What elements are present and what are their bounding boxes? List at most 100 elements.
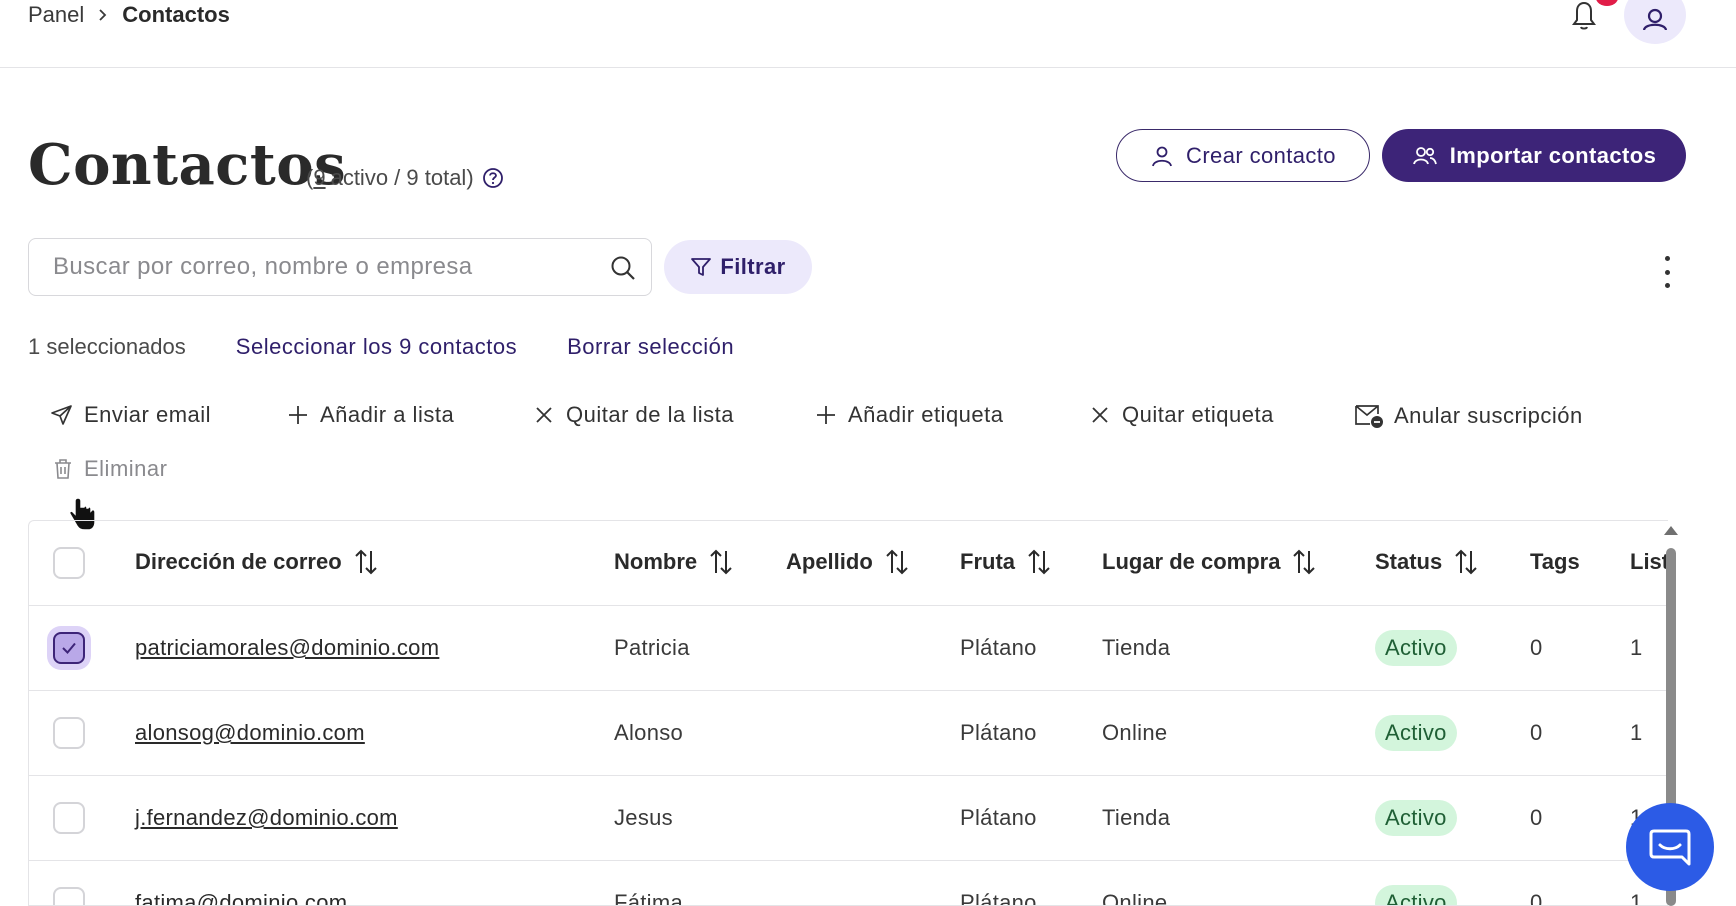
table-row[interactable]: alonsog@dominio.com Alonso Plátano Onlin…: [29, 691, 1668, 776]
counts-label: activo / 9 total): [330, 165, 474, 190]
row-checkbox[interactable]: [53, 632, 85, 664]
select-all-checkbox[interactable]: [53, 547, 85, 579]
remove-tag-action[interactable]: Quitar etiqueta: [1088, 402, 1274, 428]
column-email-label: Dirección de correo: [135, 549, 342, 574]
column-fruit[interactable]: Fruta: [960, 549, 1051, 575]
contact-email-link[interactable]: alonsog@dominio.com: [135, 720, 365, 746]
breadcrumb: Panel Contactos: [28, 2, 230, 28]
more-vertical-icon[interactable]: [1655, 256, 1679, 288]
top-bar: Panel Contactos: [0, 0, 1736, 68]
table-row[interactable]: j.fernandez@dominio.com Jesus Plátano Ti…: [29, 776, 1668, 861]
contact-first-name: Fátima: [614, 890, 684, 906]
status-badge: Activo: [1375, 800, 1457, 836]
user-icon: [1642, 8, 1668, 30]
x-icon: [1092, 407, 1108, 423]
row-checkbox[interactable]: [53, 717, 85, 749]
column-email[interactable]: Dirección de correo: [135, 549, 378, 575]
delete-label: Eliminar: [84, 456, 168, 481]
plus-icon: [817, 406, 835, 424]
clear-selection-link[interactable]: Borrar selección: [567, 334, 734, 360]
import-contacts-label: Importar contactos: [1449, 142, 1657, 168]
contacts-table: Dirección de correo Nombre Apellido Frut…: [28, 520, 1668, 906]
column-first-name-label: Nombre: [614, 549, 698, 574]
contact-counts: ( 9 activo / 9 total): [306, 165, 504, 191]
sort-icon: [886, 549, 908, 575]
counts-open-paren: (: [306, 165, 314, 190]
contact-email-link[interactable]: fatima@dominio.com: [135, 890, 347, 905]
remove-from-list-action[interactable]: Quitar de la lista: [532, 402, 734, 428]
column-tags-label: Tags: [1530, 549, 1580, 574]
column-first-name[interactable]: Nombre: [614, 549, 733, 575]
contact-purchase-place: Tienda: [1102, 635, 1171, 660]
column-status-label: Status: [1375, 549, 1443, 574]
bell-icon[interactable]: [1566, 0, 1602, 32]
contact-email-link[interactable]: patriciamorales@dominio.com: [135, 635, 439, 661]
delete-action[interactable]: Eliminar: [52, 456, 167, 482]
contact-fruit: Plátano: [960, 635, 1037, 660]
contact-fruit: Plátano: [960, 890, 1037, 906]
row-checkbox[interactable]: [53, 802, 85, 834]
contact-lists-count: 1: [1630, 635, 1643, 660]
column-purchase-place-label: Lugar de compra: [1102, 549, 1281, 574]
status-badge: Activo: [1375, 715, 1457, 751]
scroll-up-arrow-icon[interactable]: [1664, 526, 1678, 535]
contact-lists-count: 1: [1630, 890, 1643, 906]
contact-tags-count: 0: [1530, 720, 1543, 745]
contact-lists-count: 1: [1630, 720, 1643, 745]
column-status[interactable]: Status: [1375, 549, 1478, 575]
contact-first-name: Jesus: [614, 805, 673, 830]
remove-tag-label: Quitar etiqueta: [1122, 402, 1274, 427]
unsubscribe-action[interactable]: Anular suscripción: [1354, 402, 1583, 430]
selection-bar: 1 seleccionados Seleccionar los 9 contac…: [28, 334, 734, 360]
help-circle-icon[interactable]: [482, 167, 504, 189]
send-email-action[interactable]: Enviar email: [50, 402, 211, 428]
search-input[interactable]: [53, 253, 593, 281]
contact-purchase-place: Tienda: [1102, 805, 1171, 830]
sort-icon: [710, 549, 732, 575]
search-box: [28, 238, 652, 296]
selected-count: 1 seleccionados: [28, 334, 186, 359]
chat-launcher-button[interactable]: [1626, 803, 1714, 891]
column-lists: Listas: [1630, 549, 1668, 575]
column-last-name[interactable]: Apellido: [786, 549, 909, 575]
active-count-link[interactable]: 9: [313, 165, 325, 191]
status-badge: Activo: [1375, 630, 1457, 666]
breadcrumb-panel-link[interactable]: Panel: [28, 2, 84, 28]
chevron-right-icon: [96, 8, 110, 22]
search-icon[interactable]: [609, 254, 637, 287]
remove-from-list-label: Quitar de la lista: [566, 402, 734, 427]
create-contact-button[interactable]: Crear contacto: [1116, 129, 1370, 182]
column-fruit-label: Fruta: [960, 549, 1015, 574]
filter-button[interactable]: Filtrar: [664, 240, 812, 294]
contact-tags-count: 0: [1530, 635, 1543, 660]
chat-icon: [1649, 829, 1691, 866]
send-icon: [51, 405, 72, 425]
breadcrumb-current: Contactos: [122, 2, 230, 27]
import-contacts-button[interactable]: Importar contactos: [1382, 129, 1686, 182]
column-purchase-place[interactable]: Lugar de compra: [1102, 549, 1316, 575]
avatar[interactable]: [1624, 0, 1686, 44]
send-email-label: Enviar email: [84, 402, 212, 427]
column-last-name-label: Apellido: [786, 549, 873, 574]
table-row[interactable]: patriciamorales@dominio.com Patricia Plá…: [29, 606, 1668, 691]
column-lists-label: Listas: [1630, 549, 1668, 574]
table-row[interactable]: fatima@dominio.com Fátima Plátano Online…: [29, 861, 1668, 906]
contact-purchase-place: Online: [1102, 890, 1168, 906]
plus-icon: [289, 406, 307, 424]
add-tag-label: Añadir etiqueta: [848, 402, 1004, 427]
unsubscribe-label: Anular suscripción: [1394, 403, 1583, 428]
contact-first-name: Alonso: [614, 720, 684, 745]
select-all-link[interactable]: Seleccionar los 9 contactos: [236, 334, 517, 360]
add-to-list-action[interactable]: Añadir a lista: [286, 402, 454, 428]
contact-purchase-place: Online: [1102, 720, 1168, 745]
create-contact-label: Crear contacto: [1186, 142, 1336, 168]
contact-email-link[interactable]: j.fernandez@dominio.com: [135, 805, 398, 831]
row-checkbox[interactable]: [53, 887, 85, 905]
check-icon: [62, 642, 76, 654]
add-to-list-label: Añadir a lista: [320, 402, 455, 427]
page-title: Contactos: [28, 132, 347, 198]
add-tag-action[interactable]: Añadir etiqueta: [814, 402, 1004, 428]
contact-fruit: Plátano: [960, 805, 1037, 830]
contact-tags-count: 0: [1530, 890, 1543, 906]
mail-off-icon: [1355, 405, 1383, 428]
